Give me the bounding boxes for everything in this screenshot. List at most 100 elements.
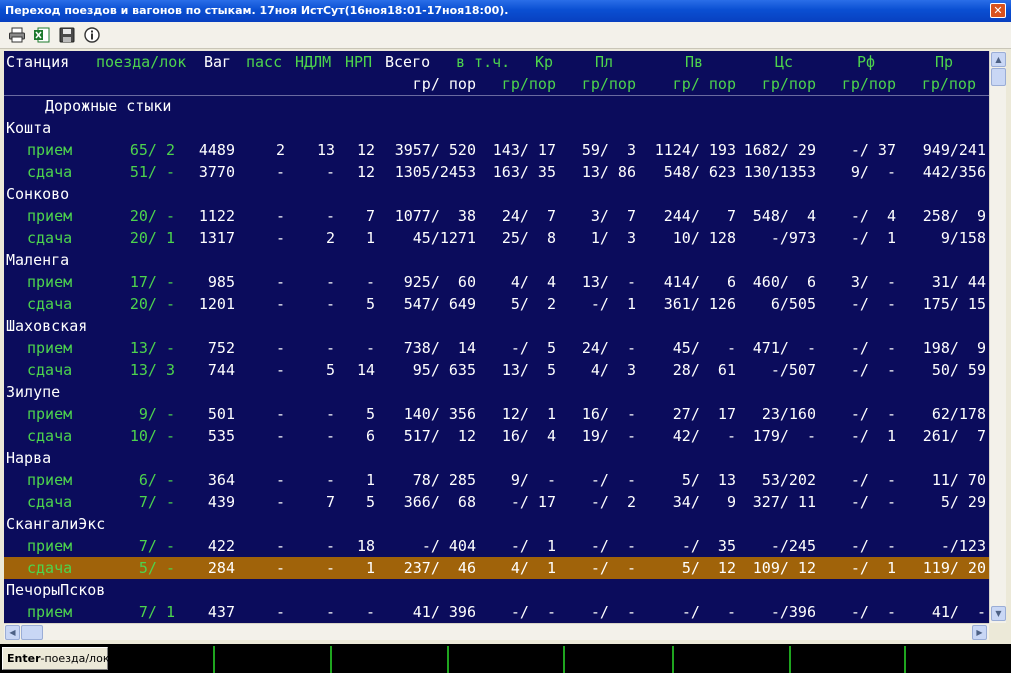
horizontal-scroll-thumb[interactable] [21, 625, 43, 640]
data-cell: 4/ 4 [510, 273, 556, 291]
data-cell: 5 [365, 493, 375, 511]
station-row: ПечорыПсков [4, 579, 989, 601]
data-cell: 18 [356, 537, 375, 555]
data-cell: 460/ 6 [752, 273, 816, 291]
table-row[interactable]: сдача 20/ - 1201 - - 5 547/ 649 5/ 2 -/ 1 361/ 12… [4, 293, 989, 315]
data-cell: 20/ - [129, 207, 175, 225]
data-cell: 13/ 86 [581, 163, 636, 181]
data-cell: 5/ 13 [681, 471, 736, 489]
data-cell: 2 [325, 229, 335, 247]
station-name: Шаховская [6, 317, 88, 335]
column-header: Всего [385, 53, 431, 71]
save-icon [59, 27, 75, 43]
data-cell: 2 [275, 141, 285, 159]
data-cell: - [325, 163, 335, 181]
data-cell: 13/ - [581, 273, 636, 291]
status-divider [904, 646, 906, 673]
print-icon [9, 27, 25, 43]
data-cell: 24/ 7 [501, 207, 556, 225]
table-row[interactable]: прием 13/ - 752 - - - 738/ 14 -/ 5 24/ - 45/ - 471… [4, 337, 989, 359]
data-cell: -/245 [770, 537, 816, 555]
column-header: НРП [345, 53, 373, 71]
data-cell: 361/ 126 [663, 295, 736, 313]
data-cell: 175/ 15 [922, 295, 986, 313]
row-label: прием [27, 537, 73, 555]
title-bar[interactable]: Переход поездов и вагонов по стыкам. 17н… [0, 0, 1011, 22]
data-cell: 13 [316, 141, 335, 159]
save-button[interactable] [58, 26, 78, 45]
data-cell: -/ 1 [850, 427, 896, 445]
scroll-down-arrow-icon[interactable]: ▼ [991, 606, 1006, 621]
header-row-units: гр/ пор гр/пор гр/пор гр/ пор гр/пор гр/пор гр… [4, 73, 989, 95]
data-cell: 1201 [198, 295, 235, 313]
data-cell: 949/241 [922, 141, 986, 159]
data-cell: 6 [365, 427, 375, 445]
data-cell: -/ - [850, 493, 896, 511]
table-row[interactable]: сдача 10/ - 535 - - 6 517/ 12 16/ 4 19/ - 42/ - 17… [4, 425, 989, 447]
excel-export-button[interactable] [33, 26, 53, 45]
table-row[interactable]: прием 6/ - 364 - - 1 78/ 285 9/ - -/ - 5/ 13 53/20… [4, 469, 989, 491]
data-cell: 4/ 1 [510, 559, 556, 577]
data-cell: 23/160 [761, 405, 816, 423]
data-cell: - [275, 229, 285, 247]
enter-hint-button[interactable]: Enter-поезда/лок [2, 647, 109, 670]
horizontal-scrollbar[interactable]: ◀ ▶ [4, 623, 989, 640]
data-cell: 3/ - [850, 273, 896, 291]
data-cell: - [325, 537, 335, 555]
data-cell: 1124/ 193 [654, 141, 736, 159]
column-header: Ваг [204, 53, 232, 71]
close-button[interactable]: ✕ [990, 3, 1006, 18]
station-name: Маленга [6, 251, 70, 269]
scroll-right-arrow-icon[interactable]: ▶ [972, 625, 987, 640]
data-cell: 1077/ 38 [394, 207, 476, 225]
data-cell: 1/ 3 [590, 229, 636, 247]
table-row[interactable]: сдача 20/ 1 1317 - 2 1 45/1271 25/ 8 1/ 3 10/ 128… [4, 227, 989, 249]
stations-table[interactable]: Станция поезда/лок Ваг пасс НДЛМ НРП Всего в т.… [4, 51, 989, 623]
data-cell: 1122 [198, 207, 235, 225]
station-row: Сонково [4, 183, 989, 205]
data-cell: 14 [356, 361, 375, 379]
table-row[interactable]: сдача 5/ - 284 - - 1 237/ 46 4/ 1 -/ - 5/ 12 109/ … [4, 557, 989, 579]
station-name: Зилупе [6, 383, 61, 401]
table-row[interactable]: прием 17/ - 985 - - - 925/ 60 4/ 4 13/ - 414/ 6 46… [4, 271, 989, 293]
data-cell: 1 [365, 559, 375, 577]
data-cell: -/973 [770, 229, 816, 247]
data-cell: 59/ 3 [581, 141, 636, 159]
data-cell: 738/ 14 [403, 339, 476, 357]
print-button[interactable] [8, 26, 28, 45]
row-label: прием [27, 339, 73, 357]
data-cell: -/ 37 [850, 141, 896, 159]
data-cell: 53/202 [761, 471, 816, 489]
data-cell: 4/ 3 [590, 361, 636, 379]
vertical-scroll-thumb[interactable] [991, 68, 1006, 86]
scroll-left-arrow-icon[interactable]: ◀ [5, 625, 20, 640]
data-cell: 78/ 285 [412, 471, 476, 489]
data-cell: - [275, 603, 285, 621]
table-row[interactable]: прием 9/ - 501 - - 5 140/ 356 12/ 1 16/ - 27/ 17 2… [4, 403, 989, 425]
data-cell: 119/ 20 [922, 559, 986, 577]
section-label: Дорожные стыки [45, 97, 172, 115]
scroll-up-arrow-icon[interactable]: ▲ [991, 52, 1006, 67]
table-row[interactable]: прием 65/ 2 4489 2 13 12 3957/ 520 143/ 17 59/ 3… [4, 139, 989, 161]
table-row[interactable]: сдача 51/ - 3770 - - 12 1305/2453 163/ 35 13/ 86… [4, 161, 989, 183]
data-cell: 20/ 1 [129, 229, 175, 247]
station-row: Зилупе [4, 381, 989, 403]
info-button[interactable] [83, 26, 103, 45]
station-name: Нарва [6, 449, 52, 467]
table-row[interactable]: сдача 7/ - 439 - 7 5 366/ 68 -/ 17 -/ 2 34/ 9 327/… [4, 491, 989, 513]
column-header: пасс [246, 53, 283, 71]
row-label: прием [27, 207, 73, 225]
data-cell: 7 [325, 493, 335, 511]
vertical-scrollbar[interactable]: ▲ ▼ [989, 51, 1006, 623]
data-cell: 41/ - [931, 603, 986, 621]
table-row[interactable]: прием 7/ - 422 - - 18 -/ 404 -/ 1 -/ - -/ 35 -/245… [4, 535, 989, 557]
table-row[interactable]: прием 20/ - 1122 - - 7 1077/ 38 24/ 7 3/ 7 244/ 7… [4, 205, 989, 227]
data-cell: 471/ - [752, 339, 816, 357]
table-row[interactable]: сдача 13/ 3 744 - 5 14 95/ 635 13/ 5 4/ 3 28/ 61 -… [4, 359, 989, 381]
data-cell: -/ 2 [590, 493, 636, 511]
data-cell: -/ 4 [850, 207, 896, 225]
data-cell: 9/ - [850, 163, 896, 181]
data-cell: 5/ 29 [940, 493, 986, 511]
table-row[interactable]: прием 7/ 1 437 - - - 41/ 396 -/ - -/ - -/ - -/396 -… [4, 601, 989, 623]
hint-key: Enter [7, 652, 41, 665]
